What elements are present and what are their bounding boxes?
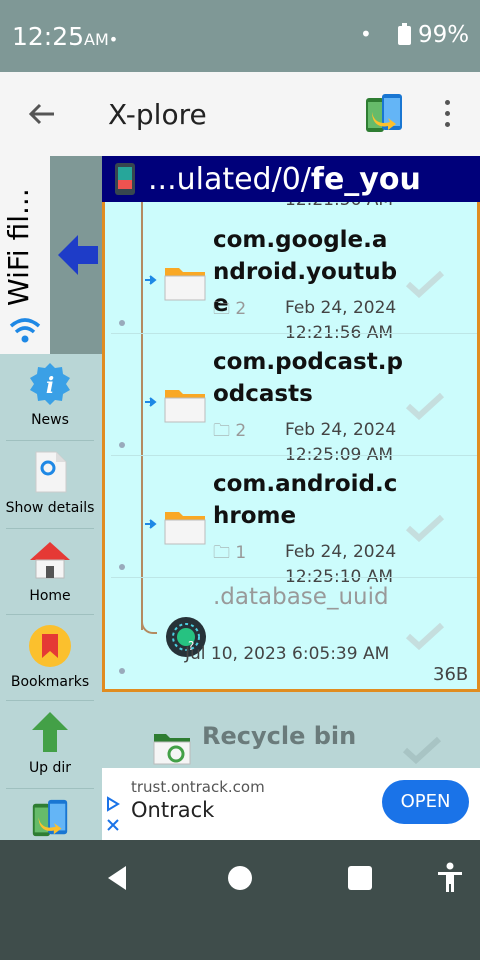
sidebar: i News Show details Home Bookmarks Up di… bbox=[0, 354, 102, 840]
system-nav-bar bbox=[0, 840, 480, 960]
pane-path-header[interactable]: ...ulated/0/fe_you bbox=[102, 156, 480, 202]
divider bbox=[6, 528, 94, 529]
nav-recents-icon[interactable] bbox=[348, 866, 372, 890]
list-item[interactable]: com.podcast.podcasts 🗀 2 Feb 24, 2024 12:… bbox=[105, 334, 477, 465]
info-icon: i bbox=[30, 363, 70, 405]
branch-arrow-icon bbox=[145, 275, 157, 285]
folder-name: com.android.chrome bbox=[213, 471, 398, 529]
sidebar-item-bookmarks[interactable]: Bookmarks bbox=[0, 616, 100, 702]
divider bbox=[6, 788, 94, 789]
folder-icon bbox=[164, 512, 206, 545]
branch-arrow-icon bbox=[145, 519, 157, 529]
bullet bbox=[119, 668, 125, 674]
wifi-icon bbox=[9, 318, 41, 343]
item-count: 🗀 2 bbox=[213, 421, 247, 441]
list-item[interactable]: com.android.chrome 🗀 1 Feb 24, 2024 12:25… bbox=[105, 456, 477, 587]
file-details-icon bbox=[35, 451, 67, 493]
phone-storage-icon bbox=[115, 163, 135, 195]
divider bbox=[6, 614, 94, 615]
folder-icon bbox=[164, 390, 206, 423]
sidebar-gap bbox=[50, 156, 102, 354]
list-item[interactable]: com.google.android.youtube 🗀 2 Feb 24, 2… bbox=[105, 212, 477, 343]
dual-pane-icon[interactable] bbox=[30, 798, 70, 840]
file-size: 36B bbox=[433, 664, 469, 685]
left-arrow-icon[interactable] bbox=[56, 232, 100, 278]
divider bbox=[6, 440, 94, 441]
folder-icon bbox=[164, 268, 206, 301]
bookmark-icon bbox=[29, 625, 71, 667]
more-options-icon[interactable] bbox=[436, 100, 458, 130]
checkmark-icon[interactable] bbox=[405, 270, 445, 298]
checkmark-icon[interactable] bbox=[405, 514, 445, 542]
wifi-file-sharing-tab[interactable]: WiFi fil... bbox=[0, 156, 50, 354]
app-bar: X-plore bbox=[0, 72, 480, 156]
modified-date: Jul 10, 2023 6:05:39 AM bbox=[185, 644, 390, 664]
ad-domain: trust.ontrack.com bbox=[131, 778, 265, 796]
file-name: .database_uuid bbox=[213, 584, 389, 610]
bullet bbox=[119, 320, 125, 326]
current-path: ...ulated/0/fe_you bbox=[148, 162, 421, 197]
sidebar-item-news[interactable]: i News bbox=[0, 354, 100, 440]
folder-name: com.podcast.podcasts bbox=[213, 349, 403, 407]
nav-home-icon[interactable] bbox=[228, 866, 252, 890]
ad-choices-icon[interactable] bbox=[106, 796, 120, 812]
battery-percent: 99% bbox=[418, 22, 470, 48]
accessibility-icon[interactable] bbox=[436, 862, 464, 894]
checkmark-icon[interactable] bbox=[405, 622, 445, 650]
svg-text:i: i bbox=[46, 373, 54, 399]
recycle-bin-label: Recycle bin bbox=[202, 722, 357, 750]
list-item[interactable]: .database_uuid ? Jul 10, 2023 6:05:39 AM… bbox=[105, 578, 477, 689]
dual-pane-icon[interactable] bbox=[364, 92, 404, 136]
branch-arrow-icon bbox=[145, 397, 157, 407]
recycle-bin-icon bbox=[153, 734, 191, 765]
notification-dot-icon: • bbox=[360, 22, 372, 46]
up-arrow-icon bbox=[32, 712, 68, 752]
back-arrow-icon[interactable] bbox=[26, 98, 58, 130]
nav-back-icon[interactable] bbox=[104, 864, 132, 892]
wifi-tab-label: WiFi fil... bbox=[2, 188, 35, 306]
home-icon bbox=[30, 542, 70, 579]
clipped-time: 12:21:56 AM bbox=[285, 202, 393, 210]
file-list-pane: 12:21:56 AM com.google.android.youtube 🗀… bbox=[102, 202, 480, 692]
sidebar-item-show-details[interactable]: Show details bbox=[0, 442, 100, 528]
app-title: X-plore bbox=[108, 98, 207, 131]
sidebar-item-up-dir[interactable]: Up dir bbox=[0, 702, 100, 788]
status-bar: 12:25AM• • 99% bbox=[0, 0, 480, 72]
checkmark-icon[interactable] bbox=[402, 736, 442, 764]
item-count: 🗀 2 bbox=[213, 299, 247, 319]
battery-icon bbox=[398, 23, 411, 45]
ad-banner[interactable]: trust.ontrack.com Ontrack OPEN bbox=[102, 768, 480, 840]
recycle-bin-row[interactable]: Recycle bin bbox=[102, 702, 480, 770]
sidebar-item-home[interactable]: Home bbox=[0, 530, 100, 616]
ad-close-icon[interactable] bbox=[106, 818, 120, 832]
bullet bbox=[119, 564, 125, 570]
ad-title: Ontrack bbox=[131, 798, 215, 822]
item-count: 🗀 1 bbox=[213, 543, 247, 563]
bullet bbox=[119, 442, 125, 448]
ad-open-button[interactable]: OPEN bbox=[382, 780, 469, 824]
status-time: 12:25AM• bbox=[12, 22, 119, 51]
checkmark-icon[interactable] bbox=[405, 392, 445, 420]
divider bbox=[6, 700, 94, 701]
